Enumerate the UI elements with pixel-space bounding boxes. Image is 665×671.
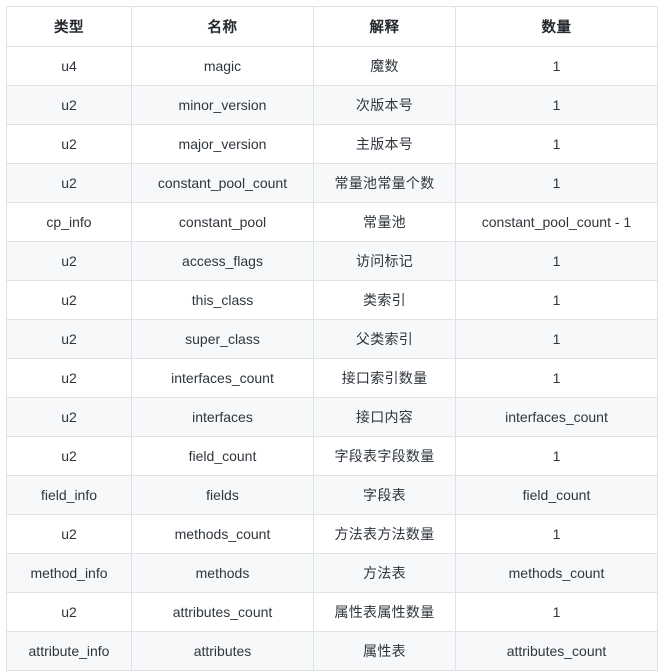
cell-quantity: 1 xyxy=(455,85,658,125)
cell-name: this_class xyxy=(131,280,314,320)
cell-explain: 主版本号 xyxy=(313,124,456,164)
cell-quantity: 1 xyxy=(455,163,658,203)
table-row: u2 minor_version 次版本号 1 xyxy=(6,85,658,125)
cell-quantity: 1 xyxy=(455,436,658,476)
cell-explain: 方法表 xyxy=(313,553,456,593)
table-body: u4 magic 魔数 1 u2 minor_version 次版本号 1 u2 major_ve… xyxy=(6,46,658,671)
cell-quantity: 1 xyxy=(455,46,658,86)
cell-name: methods_count xyxy=(131,514,314,554)
table-row: attribute_info attributes 属性表 attributes_co… xyxy=(6,631,658,671)
cell-quantity: interfaces_count xyxy=(455,397,658,437)
cell-name: constant_pool_count xyxy=(131,163,314,203)
table-row: method_info methods 方法表 methods_count xyxy=(6,553,658,593)
cell-explain: 属性表 xyxy=(313,631,456,671)
cell-quantity: attributes_count xyxy=(455,631,658,671)
cell-name: access_flags xyxy=(131,241,314,281)
cell-explain: 方法表方法数量 xyxy=(313,514,456,554)
cell-quantity: methods_count xyxy=(455,553,658,593)
column-header-quantity: 数量 xyxy=(455,6,658,47)
cell-name: fields xyxy=(131,475,314,515)
cell-quantity: 1 xyxy=(455,514,658,554)
cell-explain: 常量池 xyxy=(313,202,456,242)
table-row: field_info fields 字段表 field_count xyxy=(6,475,658,515)
cell-explain: 访问标记 xyxy=(313,241,456,281)
cell-explain: 字段表 xyxy=(313,475,456,515)
cell-name: attributes xyxy=(131,631,314,671)
cell-name: interfaces_count xyxy=(131,358,314,398)
cell-type: u2 xyxy=(6,397,132,437)
cell-type: attribute_info xyxy=(6,631,132,671)
cell-type: cp_info xyxy=(6,202,132,242)
cell-quantity: constant_pool_count - 1 xyxy=(455,202,658,242)
cell-name: magic xyxy=(131,46,314,86)
cell-name: major_version xyxy=(131,124,314,164)
table-row: u2 constant_pool_count 常量池常量个数 1 xyxy=(6,163,658,203)
cell-explain: 父类索引 xyxy=(313,319,456,359)
cell-type: u2 xyxy=(6,85,132,125)
cell-quantity: 1 xyxy=(455,241,658,281)
class-file-structure-table: 类型 名称 解释 数量 u4 magic 魔数 1 u2 minor_version 次版本… xyxy=(6,6,658,671)
table-row: u2 interfaces_count 接口索引数量 1 xyxy=(6,358,658,398)
table-header: 类型 名称 解释 数量 xyxy=(6,6,658,47)
cell-name: constant_pool xyxy=(131,202,314,242)
cell-type: u4 xyxy=(6,46,132,86)
cell-explain: 属性表属性数量 xyxy=(313,592,456,632)
table-row: u2 access_flags 访问标记 1 xyxy=(6,241,658,281)
table-row: u2 this_class 类索引 1 xyxy=(6,280,658,320)
cell-type: u2 xyxy=(6,436,132,476)
column-header-type: 类型 xyxy=(6,6,132,47)
cell-quantity: 1 xyxy=(455,592,658,632)
table-row: u2 field_count 字段表字段数量 1 xyxy=(6,436,658,476)
cell-quantity: 1 xyxy=(455,280,658,320)
cell-explain: 接口索引数量 xyxy=(313,358,456,398)
table-row: u2 super_class 父类索引 1 xyxy=(6,319,658,359)
cell-type: field_info xyxy=(6,475,132,515)
cell-type: u2 xyxy=(6,280,132,320)
cell-quantity: field_count xyxy=(455,475,658,515)
table-row: cp_info constant_pool 常量池 constant_pool_cou… xyxy=(6,202,658,242)
table-row: u2 methods_count 方法表方法数量 1 xyxy=(6,514,658,554)
cell-explain: 字段表字段数量 xyxy=(313,436,456,476)
cell-name: interfaces xyxy=(131,397,314,437)
cell-type: u2 xyxy=(6,241,132,281)
cell-type: u2 xyxy=(6,514,132,554)
cell-explain: 常量池常量个数 xyxy=(313,163,456,203)
table-header-row: 类型 名称 解释 数量 xyxy=(6,6,658,47)
cell-quantity: 1 xyxy=(455,358,658,398)
cell-type: method_info xyxy=(6,553,132,593)
cell-quantity: 1 xyxy=(455,124,658,164)
table-row: u2 interfaces 接口内容 interfaces_count xyxy=(6,397,658,437)
cell-explain: 次版本号 xyxy=(313,85,456,125)
cell-type: u2 xyxy=(6,163,132,203)
column-header-explain: 解释 xyxy=(313,6,456,47)
cell-explain: 类索引 xyxy=(313,280,456,320)
cell-name: field_count xyxy=(131,436,314,476)
cell-name: super_class xyxy=(131,319,314,359)
cell-type: u2 xyxy=(6,592,132,632)
cell-explain: 魔数 xyxy=(313,46,456,86)
class-file-structure-table-container: 类型 名称 解释 数量 u4 magic 魔数 1 u2 minor_version 次版本… xyxy=(6,6,658,671)
cell-type: u2 xyxy=(6,319,132,359)
table-row: u2 major_version 主版本号 1 xyxy=(6,124,658,164)
cell-name: attributes_count xyxy=(131,592,314,632)
cell-type: u2 xyxy=(6,358,132,398)
cell-type: u2 xyxy=(6,124,132,164)
cell-name: minor_version xyxy=(131,85,314,125)
cell-name: methods xyxy=(131,553,314,593)
cell-quantity: 1 xyxy=(455,319,658,359)
table-row: u4 magic 魔数 1 xyxy=(6,46,658,86)
column-header-name: 名称 xyxy=(131,6,314,47)
table-row: u2 attributes_count 属性表属性数量 1 xyxy=(6,592,658,632)
cell-explain: 接口内容 xyxy=(313,397,456,437)
